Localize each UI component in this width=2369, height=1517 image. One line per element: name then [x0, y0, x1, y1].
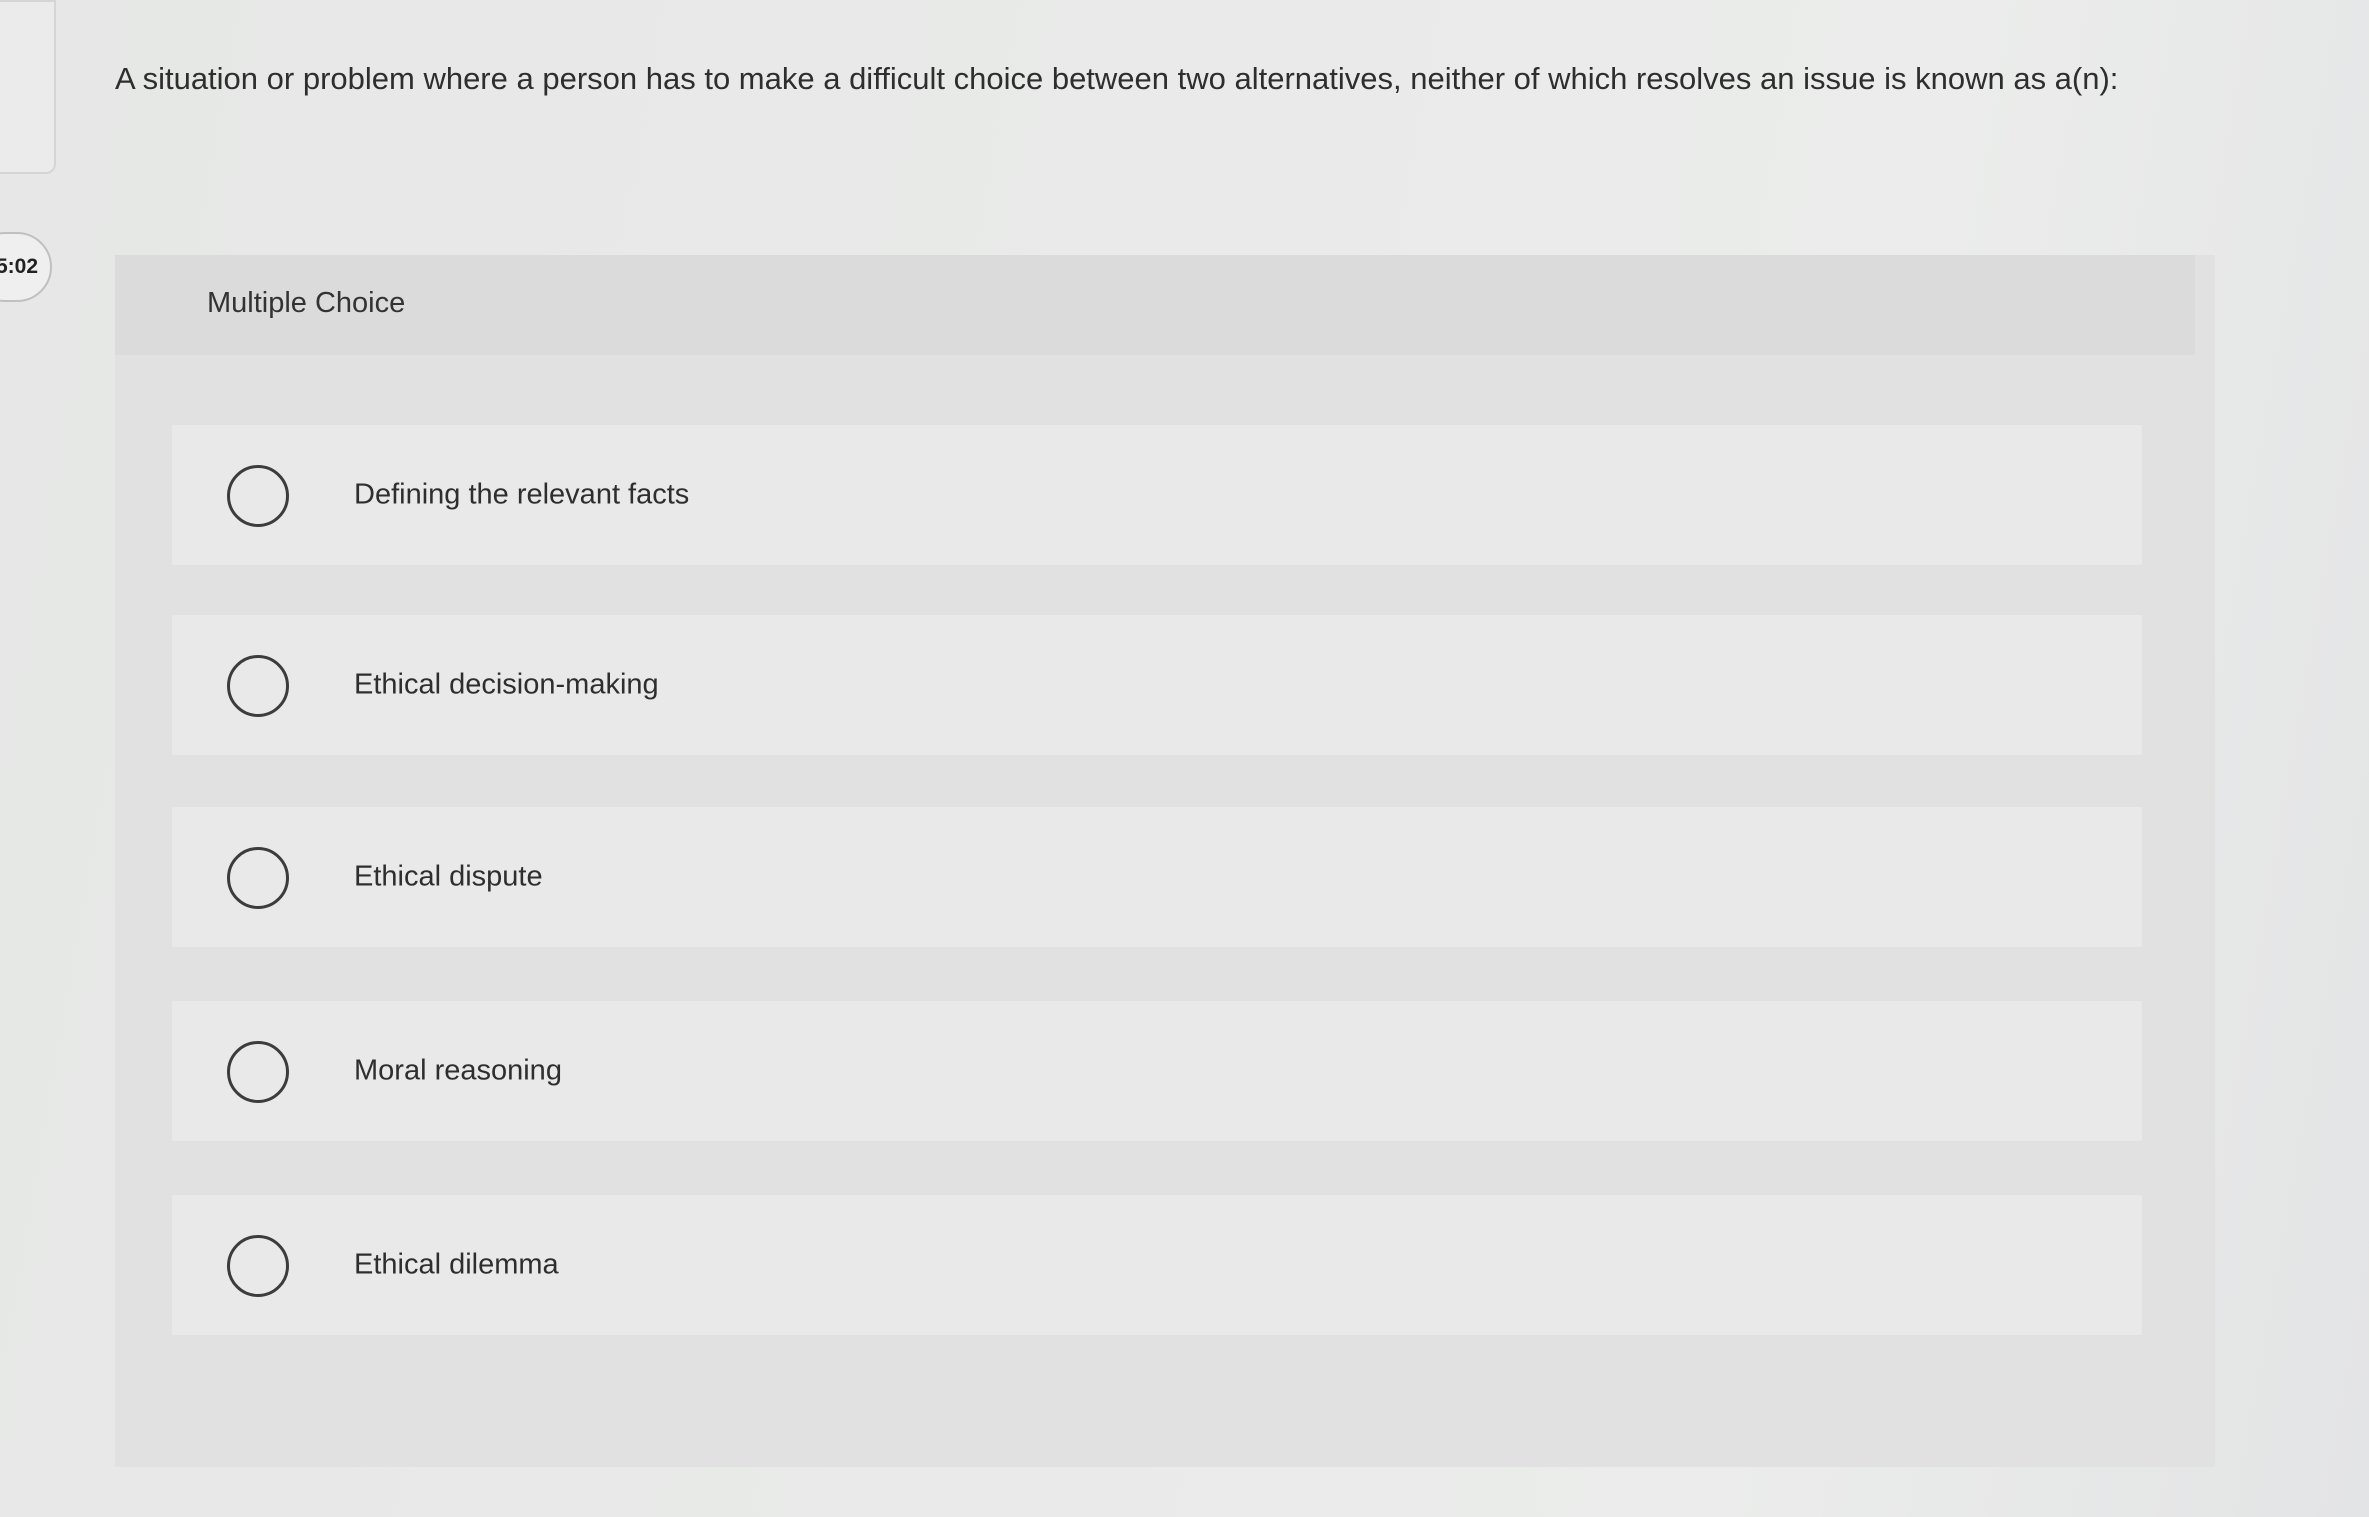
radio-button-icon[interactable] — [227, 1041, 289, 1103]
answer-option-label: Ethical decision-making — [354, 668, 659, 701]
radio-button-icon[interactable] — [227, 847, 289, 909]
answer-option-label: Moral reasoning — [354, 1054, 562, 1087]
answer-option-label: Ethical dilemma — [354, 1248, 559, 1281]
multiple-choice-panel: Multiple Choice Defining the relevant fa… — [115, 255, 2215, 1467]
answer-option-4[interactable]: Moral reasoning — [172, 1001, 2142, 1141]
multiple-choice-header-label: Multiple Choice — [207, 287, 406, 319]
timer-badge[interactable]: 5:02 — [0, 232, 52, 302]
multiple-choice-header: Multiple Choice — [115, 255, 2195, 355]
left-side-tab[interactable] — [0, 0, 56, 174]
radio-button-icon[interactable] — [227, 655, 289, 717]
answer-option-label: Defining the relevant facts — [354, 478, 690, 511]
question-prompt: A situation or problem where a person ha… — [115, 61, 2119, 96]
radio-button-icon[interactable] — [227, 1235, 289, 1297]
timer-label: 5:02 — [0, 255, 38, 278]
radio-button-icon[interactable] — [227, 465, 289, 527]
answer-option-2[interactable]: Ethical decision-making — [172, 615, 2142, 755]
answer-option-5[interactable]: Ethical dilemma — [172, 1195, 2142, 1335]
answer-option-1[interactable]: Defining the relevant facts — [172, 425, 2142, 565]
answer-option-label: Ethical dispute — [354, 860, 543, 893]
answer-option-3[interactable]: Ethical dispute — [172, 807, 2142, 947]
